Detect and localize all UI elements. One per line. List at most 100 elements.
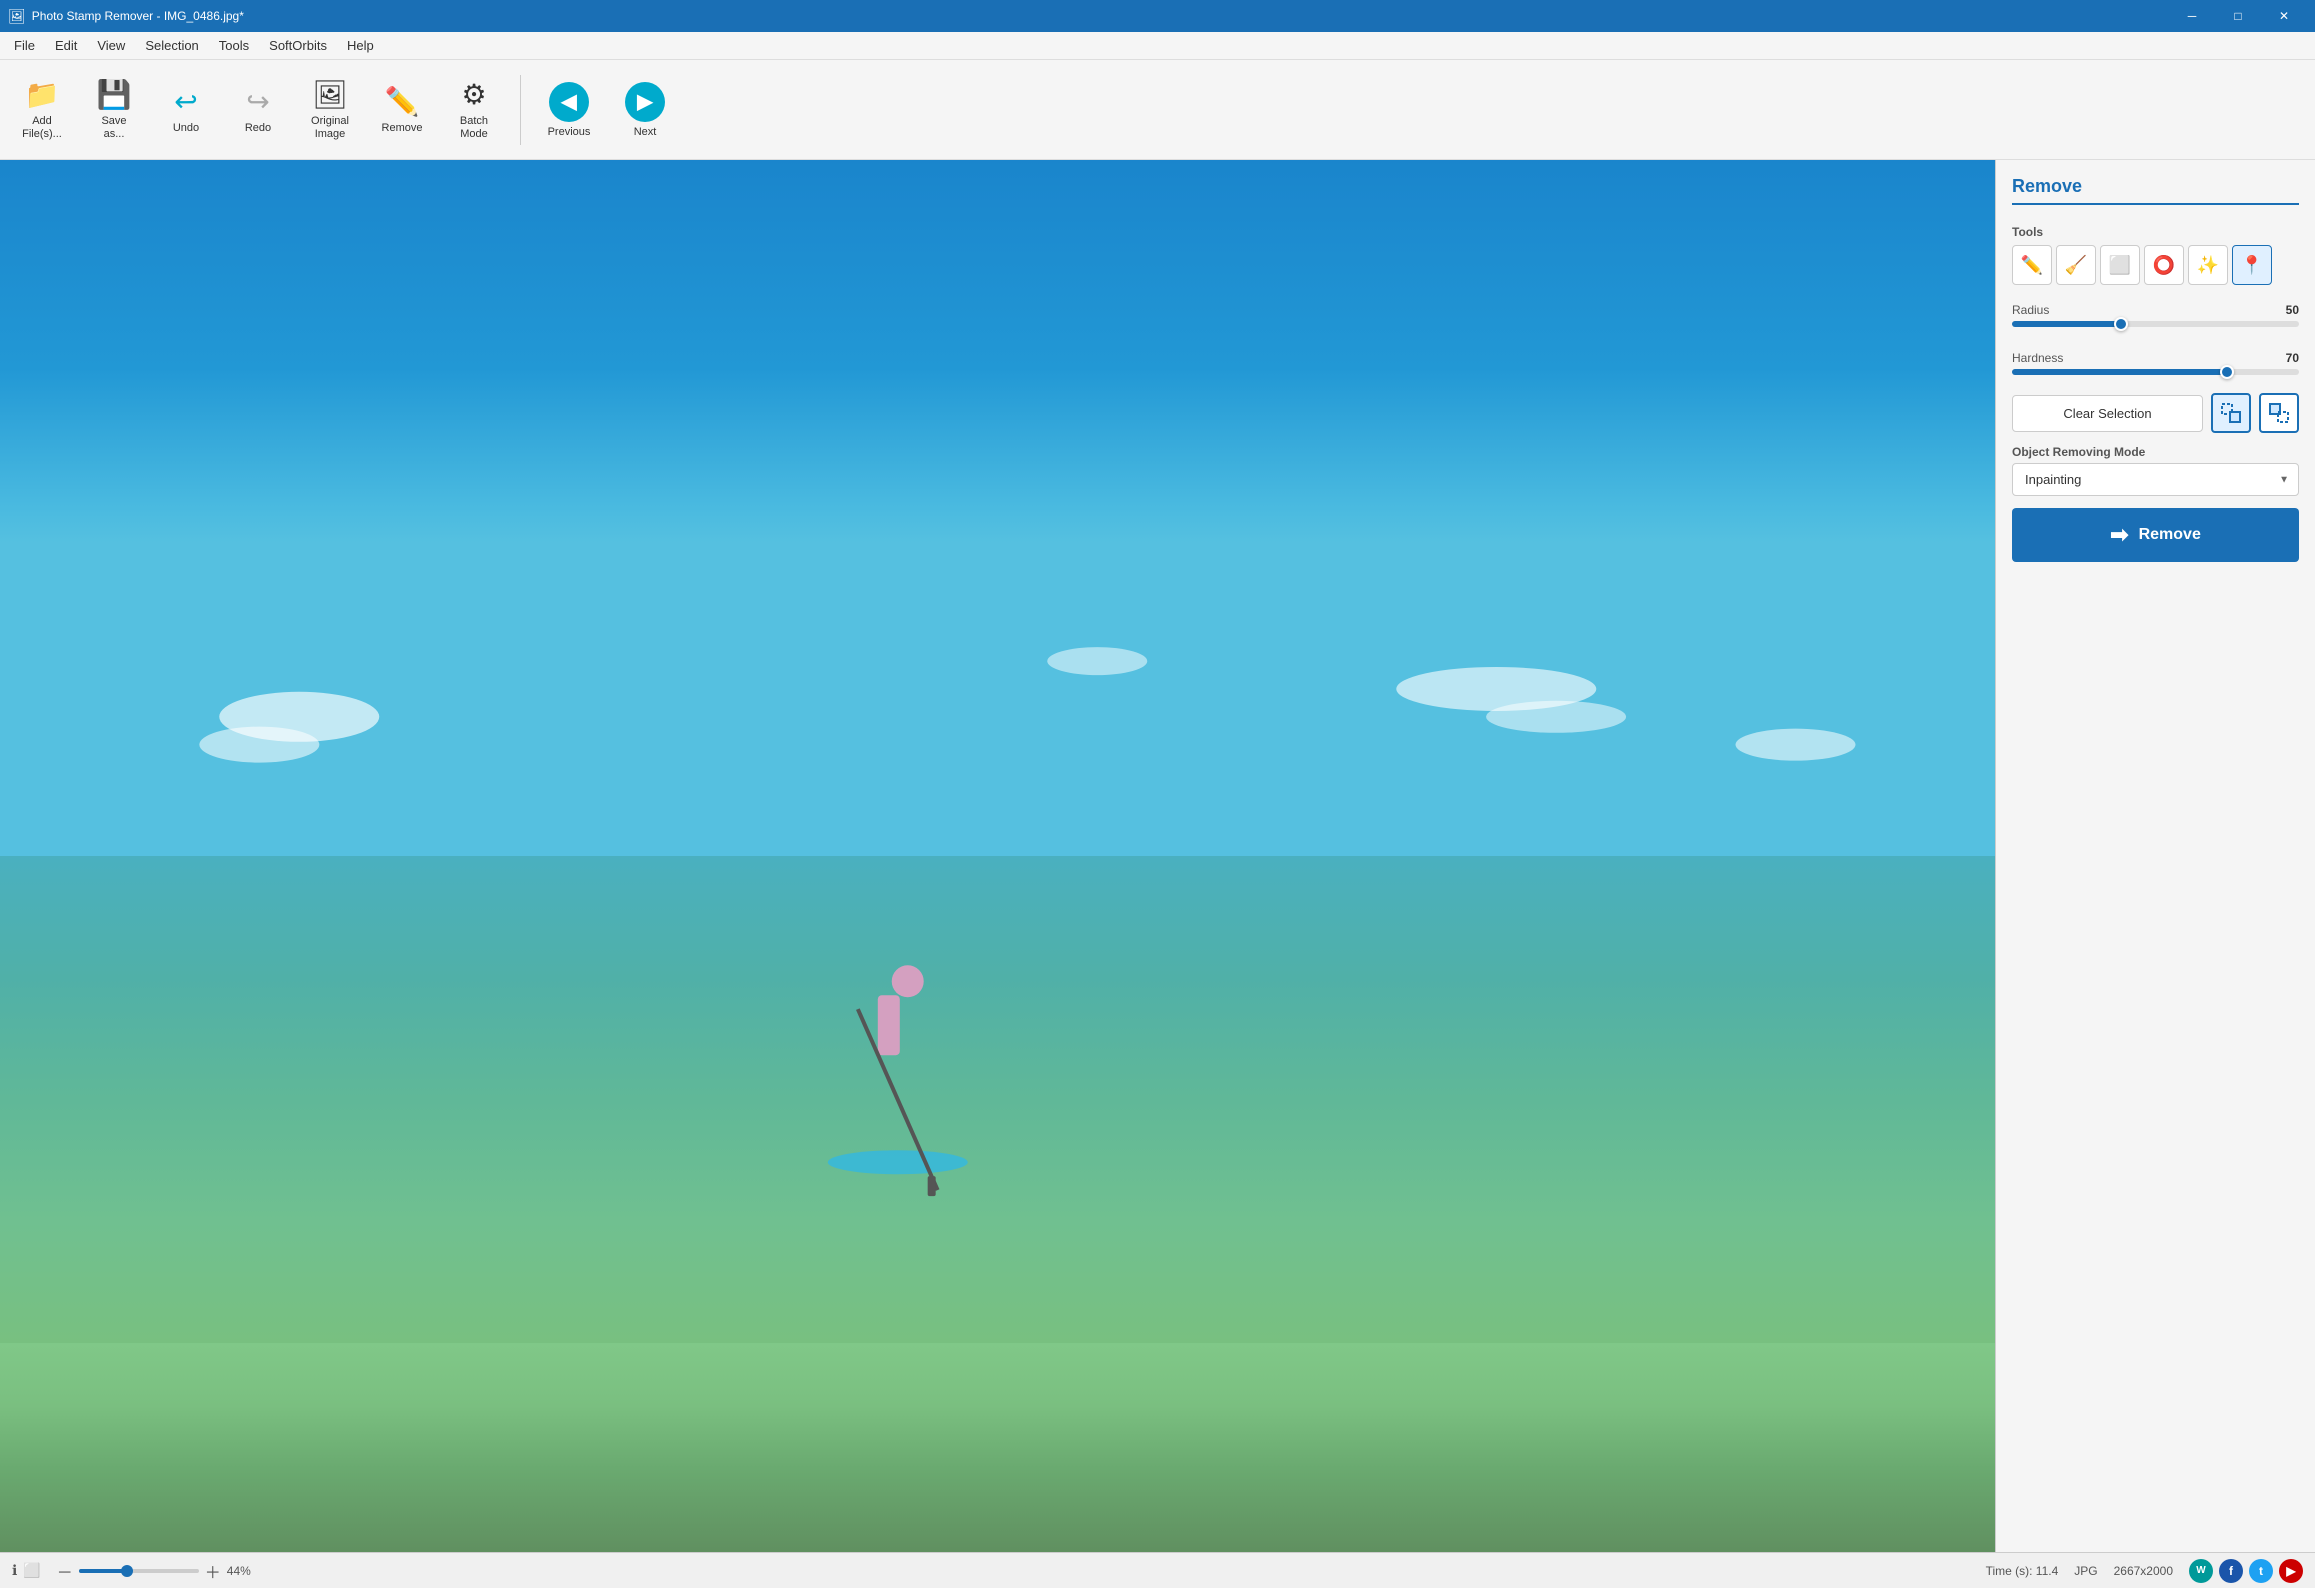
zoom-section: － ＋ 44% [57,1559,251,1583]
hardness-value: 70 [2286,351,2299,365]
zoom-slider[interactable] [79,1569,199,1573]
hardness-thumb[interactable] [2220,365,2234,379]
menu-softorbits[interactable]: SoftOrbits [259,32,337,60]
clear-selection-button[interactable]: Clear Selection [2012,395,2203,432]
original-image-button[interactable]: 🖼 OriginalImage [296,66,364,154]
image-canvas[interactable] [0,160,1995,1552]
rect-select-tool[interactable]: ⬜ [2100,245,2140,285]
hardness-fill [2012,369,2227,375]
status-info-section: ℹ ⬜ [12,1562,41,1579]
title-bar: 🖼 Photo Stamp Remover - IMG_0486.jpg* ─ … [0,0,2315,32]
menu-file[interactable]: File [4,32,45,60]
radius-fill [2012,321,2121,327]
mode-label: Object Removing Mode [2012,445,2299,459]
redo-label: Redo [245,122,271,134]
menu-view[interactable]: View [87,32,135,60]
original-image-icon: 🖼 [312,78,348,111]
original-image-label: OriginalImage [311,115,349,141]
status-bar: ℹ ⬜ － ＋ 44% Time (s): 11.4 JPG 2667x2000… [0,1552,2315,1588]
menu-help[interactable]: Help [337,32,384,60]
toolbar: 📁 AddFile(s)... 💾 Saveas... ↩ Undo ↪ Red… [0,60,2315,160]
window-controls: ─ □ ✕ [2169,0,2307,32]
hardness-track[interactable] [2012,369,2299,375]
website-icon[interactable]: W [2189,1559,2213,1583]
info-icon: ℹ [12,1562,17,1579]
remove-label: Remove [382,122,423,134]
tools-section: Tools ✏️ 🧹 ⬜ ⭕ ✨ 📍 [2012,225,2299,285]
save-icon: 💾 [97,78,132,111]
zoom-level: 44% [227,1564,251,1578]
beach-scene-svg [0,160,1995,1552]
zoom-minus-icon[interactable]: － [57,1559,73,1583]
previous-button[interactable]: ◀ Previous [533,66,605,154]
remove-arrow-icon: ➡ [2110,522,2128,548]
batch-mode-button[interactable]: ⚙ BatchMode [440,66,508,154]
dimensions-info: 2667x2000 [2114,1564,2173,1578]
radius-label: Radius [2012,303,2049,317]
menu-tools[interactable]: Tools [209,32,259,60]
add-files-label: AddFile(s)... [22,115,62,141]
brush-tool[interactable]: ✏️ [2012,245,2052,285]
mode-select[interactable]: Inpainting Content Aware Fill Patch Matc… [2012,463,2299,496]
radius-slider-container: Radius 50 [2012,303,2299,327]
social-icons: W f t ▶ [2189,1559,2303,1583]
undo-button[interactable]: ↩ Undo [152,66,220,154]
tools-label: Tools [2012,225,2299,239]
remove-icon: ✏️ [385,85,420,118]
facebook-icon[interactable]: f [2219,1559,2243,1583]
format-info: JPG [2074,1564,2097,1578]
zoom-plus-icon[interactable]: ＋ [205,1559,221,1583]
stamp-tool[interactable]: 📍 [2232,245,2272,285]
remove-button-label: Remove [2139,526,2201,544]
mode-section: Object Removing Mode Inpainting Content … [2012,445,2299,496]
save-button[interactable]: 💾 Saveas... [80,66,148,154]
mode-select-wrapper[interactable]: Inpainting Content Aware Fill Patch Matc… [2012,463,2299,496]
canvas-area[interactable] [0,160,1995,1552]
radius-thumb[interactable] [2114,317,2128,331]
eraser-tool[interactable]: 🧹 [2056,245,2096,285]
window-title: Photo Stamp Remover - IMG_0486.jpg* [32,9,2169,23]
previous-icon: ◀ [549,82,589,122]
zoom-thumb[interactable] [121,1565,133,1577]
batch-mode-icon: ⚙ [461,78,486,111]
main-area: Remove Tools ✏️ 🧹 ⬜ ⭕ ✨ 📍 Radius 50 [0,160,2315,1552]
maximize-button[interactable]: □ [2215,0,2261,32]
time-info: Time (s): 11.4 [1986,1564,2059,1578]
select-mode-icon-2[interactable] [2259,393,2299,433]
radius-track[interactable] [2012,321,2299,327]
close-button[interactable]: ✕ [2261,0,2307,32]
batch-mode-label: BatchMode [460,115,488,141]
lasso-tool[interactable]: ⭕ [2144,245,2184,285]
app-icon: 🖼 [8,8,26,25]
rect-select-status-icon: ⬜ [23,1562,40,1579]
hardness-label: Hardness [2012,351,2063,365]
hardness-slider-container: Hardness 70 [2012,351,2299,375]
right-panel: Remove Tools ✏️ 🧹 ⬜ ⭕ ✨ 📍 Radius 50 [1995,160,2315,1552]
magic-wand-tool[interactable]: ✨ [2188,245,2228,285]
redo-icon: ↪ [246,85,269,118]
toolbar-separator [520,75,521,145]
redo-button[interactable]: ↪ Redo [224,66,292,154]
remove-toolbar-button[interactable]: ✏️ Remove [368,66,436,154]
next-label: Next [634,126,657,138]
menu-edit[interactable]: Edit [45,32,87,60]
undo-label: Undo [173,122,199,134]
minimize-button[interactable]: ─ [2169,0,2215,32]
next-button[interactable]: ▶ Next [609,66,681,154]
previous-label: Previous [548,126,591,138]
status-right: Time (s): 11.4 JPG 2667x2000 W f t ▶ [1986,1559,2303,1583]
radius-value: 50 [2286,303,2299,317]
hardness-row: Hardness 70 [2012,351,2299,365]
add-files-icon: 📁 [25,78,60,111]
add-files-button[interactable]: 📁 AddFile(s)... [8,66,76,154]
clear-selection-area: Clear Selection [2012,393,2299,433]
remove-button[interactable]: ➡ Remove [2012,508,2299,562]
panel-title: Remove [2012,176,2299,205]
select-mode-icon-1[interactable] [2211,393,2251,433]
tools-row: ✏️ 🧹 ⬜ ⭕ ✨ 📍 [2012,245,2299,285]
menu-bar: File Edit View Selection Tools SoftOrbit… [0,32,2315,60]
youtube-icon[interactable]: ▶ [2279,1559,2303,1583]
radius-row: Radius 50 [2012,303,2299,317]
menu-selection[interactable]: Selection [135,32,208,60]
twitter-icon[interactable]: t [2249,1559,2273,1583]
